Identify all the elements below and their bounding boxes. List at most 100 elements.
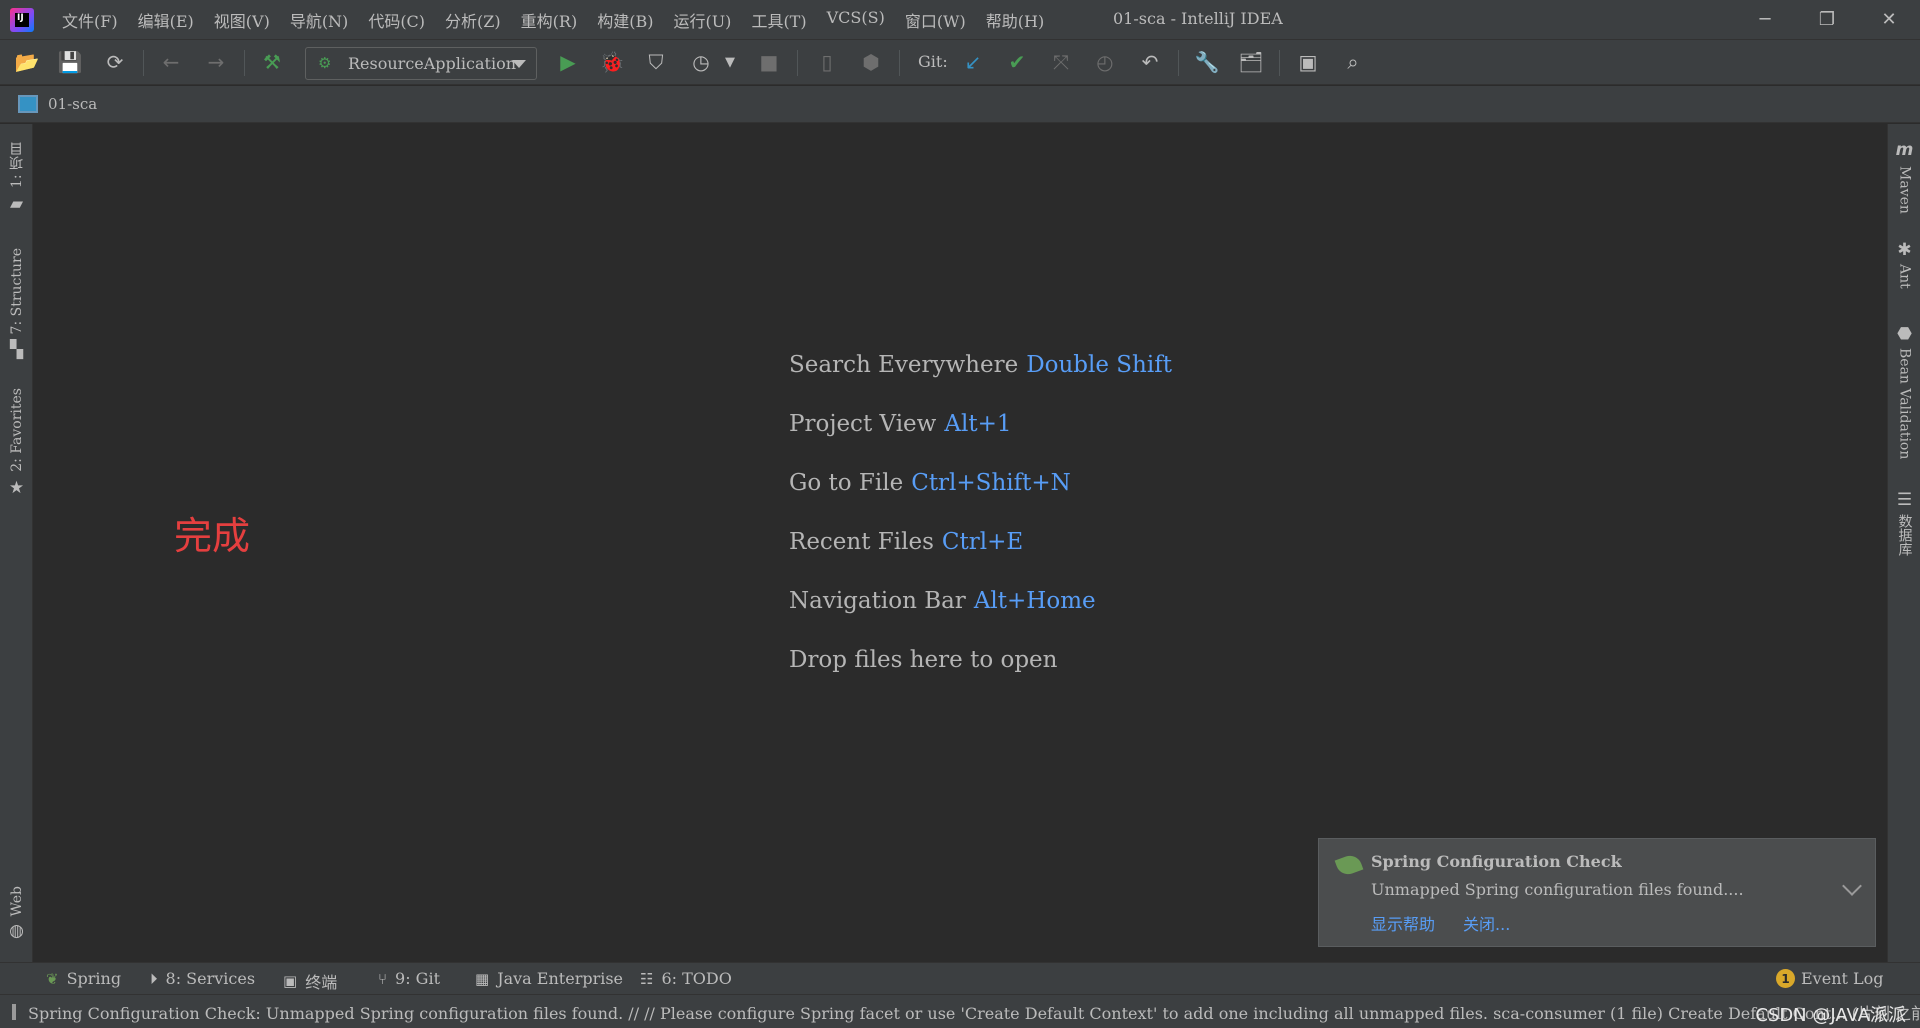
run-with-coverage-button[interactable]: ⛉	[642, 48, 670, 76]
toolbar-separator	[797, 50, 798, 76]
restore-button[interactable]: ❐	[1796, 0, 1858, 39]
menu-run[interactable]: 运行(U)	[663, 8, 741, 32]
git-commit-button[interactable]: ✔	[1003, 48, 1031, 76]
spring-boot-icon: ⚙	[318, 53, 332, 72]
database-icon: ☰	[1896, 490, 1913, 510]
event-count-badge: 1	[1776, 969, 1795, 988]
synchronize-button[interactable]: ⟳	[101, 48, 129, 76]
star-icon: ★	[8, 477, 25, 498]
tab-favorites[interactable]: 2: Favorites ★	[0, 388, 33, 498]
close-notification-link[interactable]: 关闭...	[1463, 911, 1510, 935]
git-update-button[interactable]: ↙	[959, 48, 987, 76]
tab-maven[interactable]: m Maven	[1888, 140, 1920, 214]
open-folder-icon: 📂	[14, 50, 40, 74]
rollback-button[interactable]: ↶	[1136, 48, 1164, 76]
tool-window-toggle-icon[interactable]	[12, 1003, 16, 1020]
settings-button[interactable]: 🔧	[1193, 48, 1221, 76]
main-toolbar: 📂 💾 ⟳ ← → ⚒ ⚙ ResourceApplication ▶ 🐞 ⛉ …	[0, 39, 1920, 85]
folder-icon: ▰	[9, 194, 24, 215]
tab-terminal-label: 终端	[305, 973, 338, 992]
deploy-button[interactable]: ⬢	[857, 48, 885, 76]
stop-icon: ■	[759, 50, 779, 74]
toolbar-separator	[244, 50, 245, 76]
tab-spring[interactable]: ❦ Spring	[46, 969, 121, 988]
spring-leaf-icon	[1334, 852, 1364, 878]
cube-icon: ⬢	[862, 50, 880, 74]
tab-bean-validation[interactable]: ⬣ Bean Validation	[1888, 324, 1920, 459]
compare-arrows-icon: ⤧	[1053, 50, 1069, 74]
build-project-button[interactable]: ⚒	[258, 48, 286, 76]
maven-icon: m	[1895, 140, 1914, 160]
stop-button[interactable]: ■	[755, 48, 783, 76]
menu-help[interactable]: 帮助(H)	[976, 8, 1054, 32]
chevron-down-icon: ▼	[725, 54, 735, 70]
list-icon: ☷	[640, 969, 654, 988]
search-everywhere-button[interactable]: ⌕	[1339, 48, 1367, 76]
tab-favorites-label: 2: Favorites	[8, 388, 25, 472]
tab-project[interactable]: 1: 项目 ▰	[0, 142, 33, 214]
window-controls: ─ ❐ ✕	[1734, 0, 1920, 39]
tab-database[interactable]: ☰ 数据库	[1888, 490, 1920, 556]
menu-file[interactable]: 文件(F)	[52, 8, 128, 32]
project-structure-icon: 🗂	[1238, 50, 1264, 74]
project-structure-button[interactable]: 🗂	[1237, 48, 1265, 76]
menu-view[interactable]: 视图(V)	[204, 8, 280, 32]
close-window-button[interactable]: ✕	[1858, 0, 1920, 39]
navigation-bar: 01-sca	[0, 86, 1920, 123]
update-arrow-icon: ↙	[964, 50, 982, 74]
main-menu: 文件(F) 编辑(E) 视图(V) 导航(N) 代码(C) 分析(Z) 重构(R…	[52, 8, 1054, 32]
tab-services[interactable]: ⏵ 8: Services	[150, 969, 255, 988]
minimize-button[interactable]: ─	[1734, 0, 1796, 39]
profile-button[interactable]: ◷	[687, 48, 715, 76]
bean-validation-icon: ⬣	[1897, 324, 1912, 344]
tab-java-enterprise[interactable]: ▦ Java Enterprise	[475, 969, 623, 988]
spring-config-notification[interactable]: Spring Configuration Check Unmapped Spri…	[1318, 838, 1876, 947]
tab-web[interactable]: Web ◍	[0, 886, 33, 941]
status-message[interactable]: Spring Configuration Check: Unmapped Spr…	[28, 1000, 1920, 1024]
tab-terminal[interactable]: ▣ 终端	[283, 969, 337, 993]
menu-navigate[interactable]: 导航(N)	[280, 8, 359, 32]
hint-label: Project View	[789, 411, 937, 437]
terminal-toolbar-button[interactable]: ▣	[1294, 48, 1322, 76]
menu-vcs[interactable]: VCS(S)	[817, 8, 895, 32]
run-button[interactable]: ▶	[554, 48, 582, 76]
tab-ant[interactable]: ✱ Ant	[1888, 240, 1920, 289]
tab-structure[interactable]: 7: Structure ▚	[0, 248, 33, 360]
open-folder-button[interactable]: 📂	[13, 48, 41, 76]
forward-button[interactable]: →	[202, 48, 230, 76]
menu-window[interactable]: 窗口(W)	[895, 8, 976, 32]
hint-label: Go to File	[789, 470, 904, 496]
overlay-annotation-text: 完成	[174, 514, 251, 558]
hint-shortcut: Alt+Home	[973, 588, 1096, 614]
tab-todo[interactable]: ☷ 6: TODO	[640, 969, 732, 988]
tab-git[interactable]: ⑂ 9: Git	[378, 969, 440, 988]
tab-bean-validation-label: Bean Validation	[1896, 348, 1913, 460]
wrench-icon: 🔧	[1194, 50, 1220, 74]
close-icon: ✕	[1881, 9, 1897, 30]
debug-button[interactable]: 🐞	[598, 48, 626, 76]
attach-debugger-button[interactable]: ▯	[813, 48, 841, 76]
git-history-button[interactable]: ◴	[1091, 48, 1119, 76]
profile-dropdown[interactable]: ▼	[716, 48, 744, 76]
git-compare-button[interactable]: ⤧	[1047, 48, 1075, 76]
notification-body: Unmapped Spring configuration files foun…	[1371, 880, 1744, 899]
menu-analyze[interactable]: 分析(Z)	[435, 8, 511, 32]
save-all-button[interactable]: 💾	[56, 48, 84, 76]
arrow-right-icon: →	[207, 50, 225, 74]
menu-edit[interactable]: 编辑(E)	[128, 8, 204, 32]
menu-tools[interactable]: 工具(T)	[741, 8, 816, 32]
tab-event-log[interactable]: 1 Event Log	[1776, 969, 1884, 988]
hint-recent-files: Recent Files Ctrl+E	[789, 529, 1172, 588]
run-configuration-selector[interactable]: ⚙ ResourceApplication	[305, 47, 537, 80]
menu-build[interactable]: 构建(B)	[587, 8, 663, 32]
toolbar-separator	[1178, 50, 1179, 76]
back-button[interactable]: ←	[157, 48, 185, 76]
show-help-link[interactable]: 显示帮助	[1371, 911, 1435, 935]
breadcrumb-project[interactable]: 01-sca	[48, 95, 97, 113]
expand-chevron-icon[interactable]	[1842, 876, 1862, 896]
menu-code[interactable]: 代码(C)	[358, 8, 435, 32]
toolbar-separator	[899, 50, 900, 76]
title-bar: IJ 文件(F) 编辑(E) 视图(V) 导航(N) 代码(C) 分析(Z) 重…	[0, 0, 1920, 39]
menu-refactor[interactable]: 重构(R)	[511, 8, 588, 32]
device-icon: ▯	[821, 50, 833, 74]
